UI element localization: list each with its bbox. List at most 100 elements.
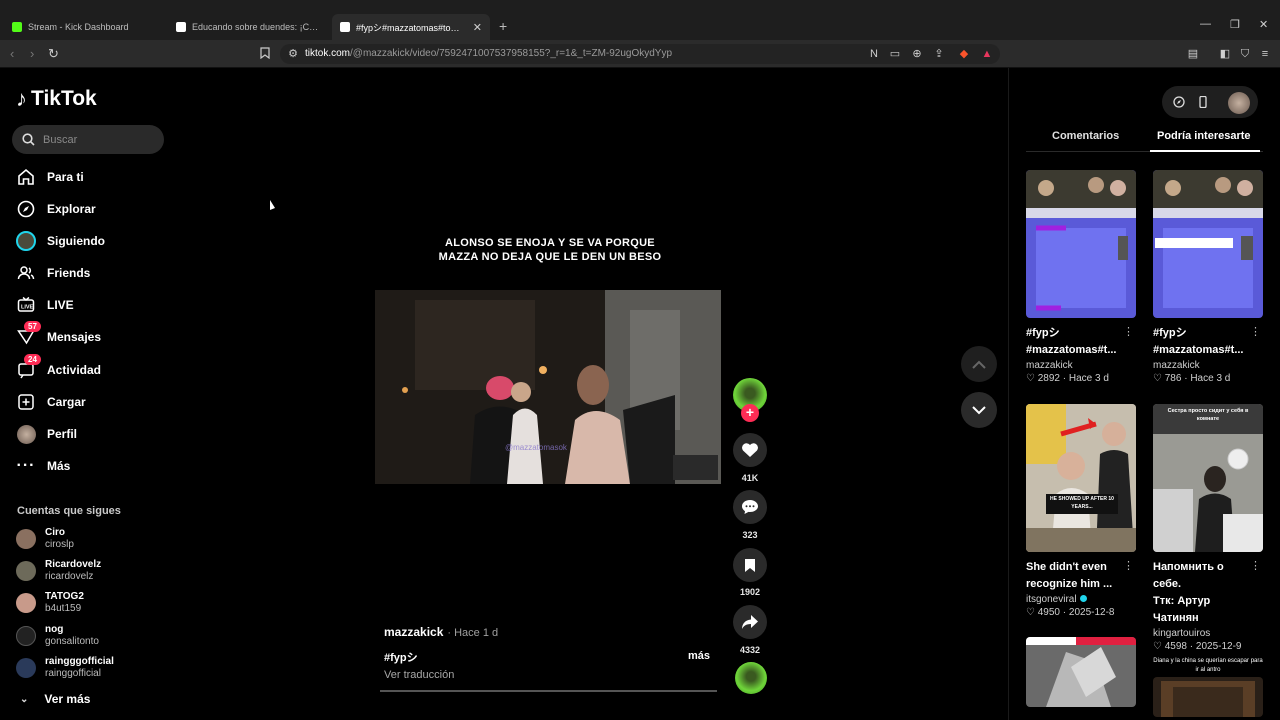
tiktok-logo[interactable]: ♪ TikTok: [16, 86, 97, 112]
video-meta: mazzakick · Hace 1 d: [384, 625, 498, 639]
close-tab-icon[interactable]: ✕: [467, 21, 482, 34]
see-more-button[interactable]: ⌄ Ver más: [20, 692, 90, 706]
nav-para-ti[interactable]: Para ti: [16, 164, 166, 190]
zoom-icon[interactable]: ⊕: [910, 47, 924, 61]
video-thumbnail[interactable]: [1026, 170, 1136, 318]
nav-siguiendo[interactable]: Siguiendo: [16, 228, 166, 254]
profile-avatar-icon: [16, 424, 36, 444]
reload-icon[interactable]: ↻: [48, 46, 59, 62]
more-options-icon[interactable]: ⋮: [1123, 325, 1134, 338]
search-input[interactable]: [43, 133, 153, 146]
nav-explorar[interactable]: Explorar: [16, 196, 166, 222]
nav-cargar[interactable]: Cargar: [16, 389, 166, 415]
video-thumbnail[interactable]: [1153, 677, 1263, 717]
tiktok-note-icon: ♪: [16, 86, 27, 111]
kick-favicon-icon: [12, 22, 22, 32]
account-name: Ricardovelz: [45, 559, 102, 570]
nav-friends[interactable]: Friends: [16, 260, 166, 286]
video-caption-overlay: ALONSO SE ENOJA Y SE VA PORQUE MAZZA NO …: [380, 236, 720, 264]
reader-icon[interactable]: N: [867, 47, 881, 61]
browser-tab-active[interactable]: #fypシ#mazzatomas#tomasmaz ✕: [332, 14, 490, 40]
menu-icon[interactable]: ≡: [1258, 47, 1272, 61]
expand-description-button[interactable]: más: [688, 650, 710, 662]
save-button[interactable]: [733, 548, 767, 582]
card-author[interactable]: mazzakick: [1026, 360, 1136, 371]
browser-tab-kick[interactable]: Stream - Kick Dashboard: [4, 14, 164, 40]
nav-actividad[interactable]: 24 Actividad: [16, 354, 166, 383]
tiktok-favicon-icon: [340, 22, 350, 32]
follow-plus-icon[interactable]: +: [741, 404, 759, 422]
account-name: nog: [45, 624, 64, 635]
music-disc-avatar[interactable]: [735, 662, 767, 694]
see-translation-link[interactable]: Ver traducción: [384, 669, 454, 681]
tab-podria-interesarte[interactable]: Podría interesarte: [1157, 130, 1251, 142]
previous-video-button[interactable]: [961, 346, 997, 382]
back-icon[interactable]: ‹: [10, 46, 14, 61]
following-account[interactable]: nog gonsalitonto: [16, 624, 99, 648]
cast-icon[interactable]: ▭: [888, 47, 902, 61]
brave-rewards-icon[interactable]: ▲: [980, 47, 994, 61]
video-player[interactable]: [375, 290, 721, 484]
compass-icon: [16, 199, 36, 219]
recommended-video-card[interactable]: HE SHOWED UP AFTER 10 YEARS... She didn'…: [1026, 404, 1136, 618]
comment-button[interactable]: [733, 490, 767, 524]
forward-icon[interactable]: ›: [30, 46, 34, 61]
browser-tab-duendes[interactable]: Educando sobre duendes: ¡Cuidado c: [168, 14, 328, 40]
following-account[interactable]: Ciro ciroslp: [16, 527, 74, 551]
compass-icon[interactable]: [1173, 96, 1185, 108]
tab-label: Educando sobre duendes: ¡Cuidado c: [192, 22, 320, 32]
following-account[interactable]: TATOG2 b4ut159: [16, 591, 84, 615]
more-options-icon[interactable]: ⋮: [1123, 559, 1134, 572]
like-button[interactable]: [733, 433, 767, 467]
restore-icon[interactable]: ❐: [1230, 18, 1240, 31]
nav-perfil[interactable]: Perfil: [16, 421, 166, 447]
nav-label: Perfil: [47, 427, 78, 441]
minimize-icon[interactable]: —: [1200, 18, 1211, 30]
card-author[interactable]: mazzakick: [1153, 360, 1263, 371]
close-window-icon[interactable]: ✕: [1259, 18, 1268, 31]
avatar: [16, 626, 36, 646]
search-box[interactable]: [12, 125, 164, 154]
nav-mensajes[interactable]: 57 Mensajes: [16, 321, 166, 350]
video-hashtag[interactable]: #fypシ: [384, 649, 418, 665]
card-title: Напомнить о себе. Ттк: Артур Чатинян: [1153, 561, 1224, 624]
vpn-icon[interactable]: ⛉: [1238, 47, 1252, 61]
phone-app-icon[interactable]: [1197, 96, 1209, 108]
video-thumbnail[interactable]: HE SHOWED UP AFTER 10 YEARS...: [1026, 404, 1136, 552]
brave-shield-icon[interactable]: ◆: [957, 47, 971, 61]
video-author[interactable]: mazzakick: [384, 625, 443, 639]
more-options-icon[interactable]: ⋮: [1250, 559, 1261, 572]
sidebar-toggle-icon[interactable]: ▤: [1186, 47, 1200, 61]
site-info-icon[interactable]: ⚙: [286, 47, 300, 61]
more-options-icon[interactable]: ⋮: [1250, 325, 1261, 338]
recommended-video-card[interactable]: #fypシ #mazzatomas#t... ⋮ mazzakick ♡ 2892…: [1026, 170, 1136, 384]
nav-live[interactable]: LIVE LIVE: [16, 292, 166, 318]
nav-mas[interactable]: ··· Más: [16, 453, 166, 479]
video-thumbnail[interactable]: [1153, 170, 1263, 318]
video-progress-bar[interactable]: [380, 690, 717, 692]
next-video-button[interactable]: [961, 392, 997, 428]
recommended-video-card[interactable]: Diana y la china se querían escapar para…: [1153, 657, 1263, 717]
bookmark-icon: [745, 558, 755, 572]
user-avatar[interactable]: [1228, 92, 1250, 114]
video-thumbnail[interactable]: [1026, 637, 1136, 707]
new-tab-button[interactable]: +: [499, 18, 507, 34]
recommended-video-card[interactable]: #fypシ #mazzatomas#t... ⋮ mazzakick ♡ 786 …: [1153, 170, 1263, 384]
share-button[interactable]: [733, 605, 767, 639]
following-account[interactable]: Ricardovelz ricardovelz: [16, 559, 101, 583]
avatar: [16, 593, 36, 613]
card-title: #fypシ #mazzatomas#t...: [1153, 327, 1244, 356]
video-thumbnail[interactable]: Сестра просто сидит у себя в комнате: [1153, 404, 1263, 552]
card-author[interactable]: itsgoneviral: [1026, 594, 1136, 605]
card-author[interactable]: kingartouiros: [1153, 628, 1263, 639]
recommended-video-card[interactable]: Сестра просто сидит у себя в комнате Нап…: [1153, 404, 1263, 652]
share-icon[interactable]: ⇪: [932, 47, 946, 61]
recommended-video-card[interactable]: [1026, 637, 1136, 707]
bookmark-icon[interactable]: [258, 47, 272, 61]
split-view-icon[interactable]: ◧: [1218, 47, 1232, 61]
following-account[interactable]: raingggofficial rainggofficial: [16, 656, 114, 680]
nav-label: Mensajes: [47, 330, 102, 344]
tab-comentarios[interactable]: Comentarios: [1052, 130, 1119, 142]
live-icon: LIVE: [16, 295, 36, 315]
card-stats: ♡ 2892 · Hace 3 d: [1026, 373, 1109, 384]
